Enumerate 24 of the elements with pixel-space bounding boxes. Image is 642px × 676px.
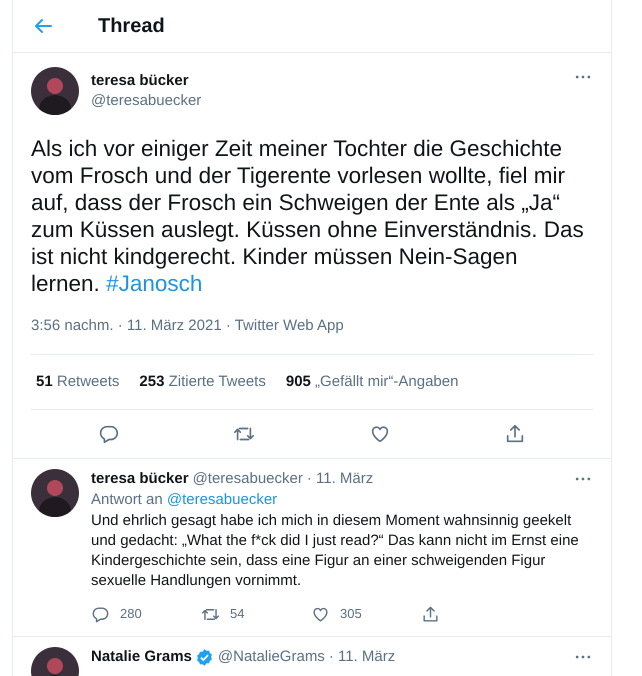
stat-link[interactable]: 905 „Gefällt mir“-Angaben <box>286 370 458 393</box>
author-name[interactable]: Natalie Grams <box>91 647 192 667</box>
action-count: 305 <box>340 605 362 624</box>
tweet-date: · 11. März <box>328 647 396 667</box>
action-count: 280 <box>120 605 142 624</box>
page-title: Thread <box>98 14 165 39</box>
tweet-timestamp: 3:56 nachm. · 11. März 2021 · Twitter Web App <box>31 315 593 354</box>
action-count: 54 <box>230 605 244 624</box>
author-handle[interactable]: @teresabuecker <box>91 91 573 111</box>
avatar[interactable] <box>31 67 79 115</box>
author-handle[interactable]: @NatalieGrams <box>218 647 325 667</box>
tweet-text: Als ich vor einiger Zeit meiner Tochter die Geschichte vom Frosch und der Tigerente vorlesen wollte, fiel mir auf, dass der Frosch ein Schweigen der Ente als „Ja“ zum Küssen auslegt. Küssen ohne Einverständnis. Das ist nicht kindgerecht. Kinder müssen Nein-Sagen lernen. #Janosch <box>31 135 585 297</box>
avatar[interactable] <box>31 469 79 517</box>
author-handle[interactable]: @teresabuecker <box>192 469 303 489</box>
reply-icon[interactable] <box>91 604 110 624</box>
reply-context: Antwort an <box>91 491 164 508</box>
author-name[interactable]: teresa bücker <box>91 71 573 91</box>
stat-link[interactable]: 51 Retweets <box>36 370 120 393</box>
share-icon[interactable] <box>421 604 440 624</box>
reply-text: Und ehrlich gesagt habe ich mich in diesem Moment wahnsinnig geekelt und gedacht: „What the f*ck did I just read?“ Das kann nicht im Ernst eine Kindergeschichte sein, dass eine Figur an einer schweigenden Figur sexuelle Handlungen vornimmt. <box>91 511 580 591</box>
author-name[interactable]: teresa bücker <box>91 469 189 489</box>
tweet-date: · 11. März <box>306 469 374 489</box>
stat-link[interactable]: 253 Zitierte Tweets <box>139 370 266 393</box>
reply-icon[interactable] <box>98 423 120 445</box>
